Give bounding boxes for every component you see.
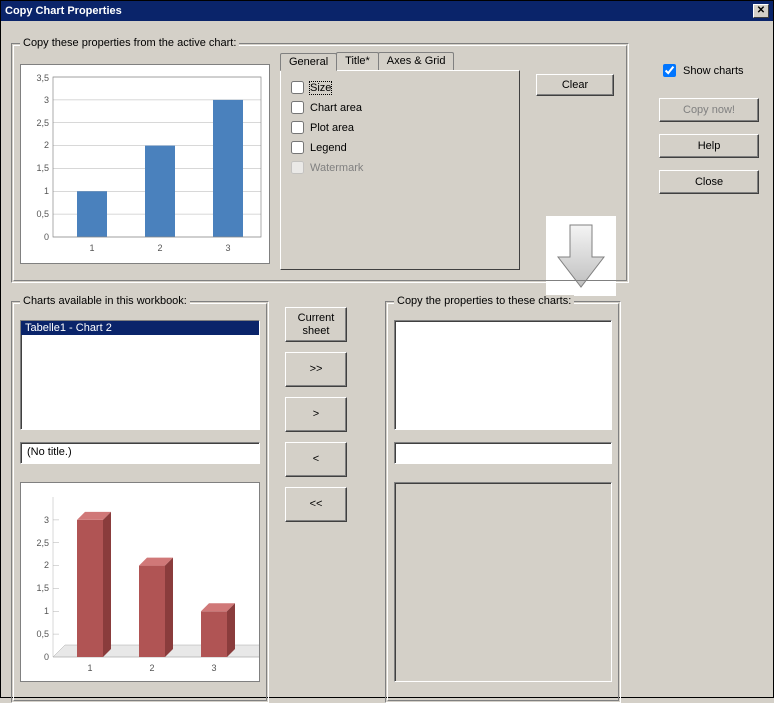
help-label: Help [698, 140, 721, 152]
help-button[interactable]: Help [659, 134, 759, 158]
svg-text:0: 0 [44, 232, 49, 242]
prop-watermark-row: Watermark [291, 161, 509, 174]
clear-button-label: Clear [562, 79, 588, 91]
close-button[interactable]: Close [659, 170, 759, 194]
target-chart-title [394, 442, 612, 464]
svg-text:3: 3 [44, 515, 49, 525]
available-chart-title: (No title.) [20, 442, 260, 464]
remove-all-label: << [310, 498, 323, 510]
show-charts-row: Show charts [659, 61, 759, 80]
svg-text:2,5: 2,5 [36, 538, 49, 548]
svg-text:2: 2 [44, 560, 49, 570]
add-one-button[interactable]: > [285, 397, 347, 432]
svg-text:1: 1 [89, 243, 94, 253]
arrow-down-icon [546, 216, 616, 296]
group-target: Copy the properties to these charts: [385, 301, 621, 703]
prop-watermark-label: Watermark [310, 162, 363, 174]
close-label: Close [695, 176, 723, 188]
group-available: Charts available in this workbook: Tabel… [11, 301, 269, 703]
copy-now-label: Copy now! [683, 104, 735, 116]
group-source: Copy these properties from the active ch… [11, 43, 629, 283]
prop-chartarea-row: Chart area [291, 101, 509, 114]
svg-text:0,5: 0,5 [36, 629, 49, 639]
tab-title-label: Title* [345, 55, 370, 67]
svg-text:1: 1 [44, 606, 49, 616]
tab-axes-grid[interactable]: Axes & Grid [378, 52, 455, 70]
show-charts-label: Show charts [683, 65, 744, 77]
prop-size-checkbox[interactable] [291, 81, 304, 94]
target-chart-preview [394, 482, 612, 682]
tab-axes-label: Axes & Grid [387, 55, 446, 67]
tabpage-general: Size Chart area Plot area Legend [280, 70, 520, 270]
current-sheet-button[interactable]: Current sheet [285, 307, 347, 342]
source-chart-preview: 0 0,5 1 1,5 2 2,5 3 3,5 [20, 64, 270, 264]
list-item[interactable]: Tabelle1 - Chart 2 [21, 321, 259, 335]
svg-text:3: 3 [225, 243, 230, 253]
prop-legend-row: Legend [291, 141, 509, 154]
svg-text:3: 3 [211, 663, 216, 673]
prop-size-label: Size [310, 82, 331, 94]
remove-one-button[interactable]: < [285, 442, 347, 477]
tab-general-label: General [289, 56, 328, 68]
svg-text:2: 2 [149, 663, 154, 673]
available-chart-list[interactable]: Tabelle1 - Chart 2 [20, 320, 260, 430]
titlebar: Copy Chart Properties ✕ [1, 1, 773, 21]
current-sheet-label: Current sheet [298, 312, 335, 336]
svg-text:2: 2 [44, 140, 49, 150]
add-one-label: > [313, 408, 319, 420]
prop-legend-checkbox[interactable] [291, 141, 304, 154]
target-chart-list[interactable] [394, 320, 612, 430]
prop-plotarea-label: Plot area [310, 122, 354, 134]
available-chart-preview: 0 0,5 1 1,5 2 2,5 3 [20, 482, 260, 682]
remove-all-button[interactable]: << [285, 487, 347, 522]
copy-now-button[interactable]: Copy now! [659, 98, 759, 122]
tab-title[interactable]: Title* [336, 52, 379, 70]
svg-text:1,5: 1,5 [36, 163, 49, 173]
prop-plotarea-row: Plot area [291, 121, 509, 134]
close-icon[interactable]: ✕ [753, 4, 769, 18]
svg-text:1,5: 1,5 [36, 583, 49, 593]
remove-one-label: < [313, 453, 319, 465]
titlebar-title: Copy Chart Properties [5, 5, 122, 17]
clear-button[interactable]: Clear [536, 74, 614, 96]
svg-text:2: 2 [157, 243, 162, 253]
prop-plotarea-checkbox[interactable] [291, 121, 304, 134]
add-all-label: >> [310, 363, 323, 375]
svg-text:3,5: 3,5 [36, 73, 49, 83]
svg-text:0: 0 [44, 652, 49, 662]
svg-text:1: 1 [87, 663, 92, 673]
transfer-buttons: Current sheet >> > < << [285, 307, 347, 532]
svg-text:0,5: 0,5 [36, 209, 49, 219]
available-chart-title-text: (No title.) [27, 446, 72, 458]
group-source-legend: Copy these properties from the active ch… [20, 37, 239, 49]
tabstrip: General Title* Axes & Grid [280, 52, 520, 70]
group-target-legend: Copy the properties to these charts: [394, 295, 574, 307]
right-button-column: Show charts Copy now! Help Close [659, 61, 759, 206]
svg-text:1: 1 [44, 186, 49, 196]
prop-chartarea-label: Chart area [310, 102, 362, 114]
show-charts-checkbox[interactable] [663, 64, 676, 77]
prop-watermark-checkbox [291, 161, 304, 174]
add-all-button[interactable]: >> [285, 352, 347, 387]
dialog-window: Copy Chart Properties ✕ Copy these prope… [0, 0, 774, 698]
svg-text:3: 3 [44, 95, 49, 105]
prop-size-row: Size [291, 81, 509, 94]
properties-tabcontrol: General Title* Axes & Grid Size Chart ar… [280, 52, 520, 272]
svg-text:2,5: 2,5 [36, 118, 49, 128]
tab-general[interactable]: General [280, 53, 337, 71]
group-available-legend: Charts available in this workbook: [20, 295, 190, 307]
client-area: Copy these properties from the active ch… [1, 21, 773, 697]
prop-legend-label: Legend [310, 142, 347, 154]
prop-chartarea-checkbox[interactable] [291, 101, 304, 114]
